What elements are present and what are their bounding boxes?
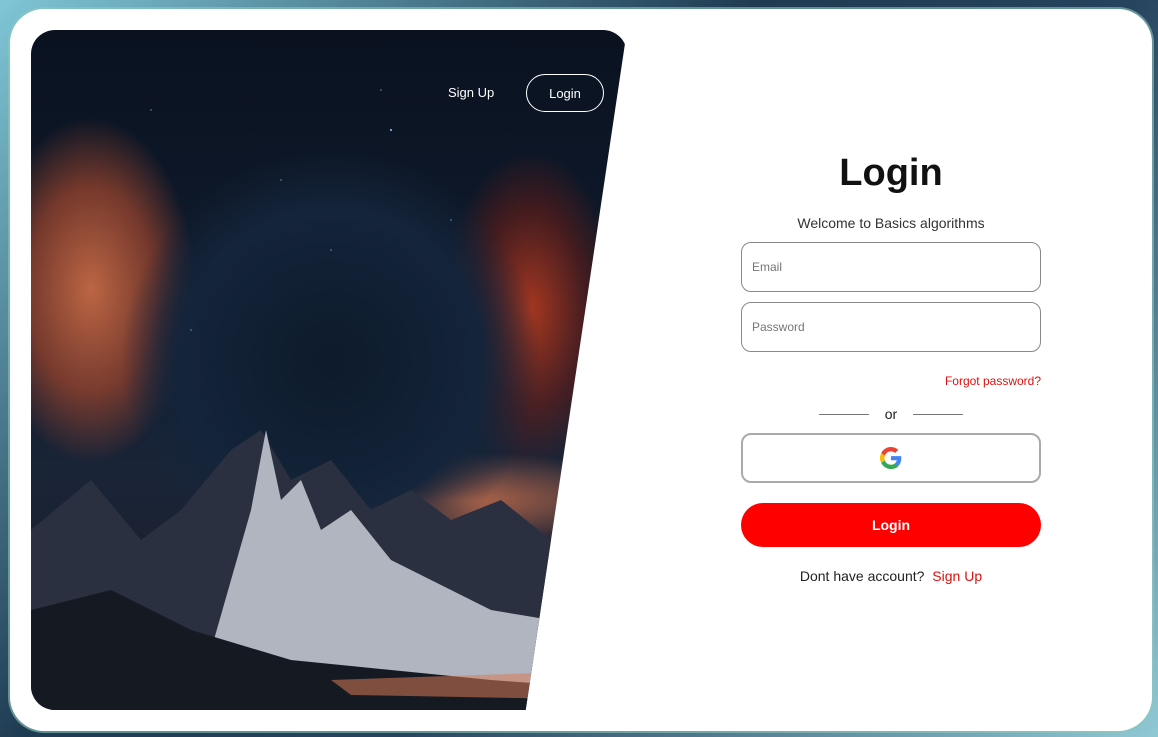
hero-image [31,30,627,710]
no-account-text: Dont have account? [799,568,925,584]
hero-mountains [31,430,627,710]
signup-row: Dont have account? Sign Up [741,568,1041,584]
login-card: Sign Up Login Login Welcome to Basics al… [10,9,1152,731]
or-divider: or [741,404,1041,424]
forgot-password-link[interactable]: Forgot password? [945,374,1041,388]
page-title: Login [839,152,943,194]
app-screen: Sign Up Login Login Welcome to Basics al… [0,0,1158,737]
login-form: Login Welcome to Basics algorithms Forgo… [741,149,1041,584]
login-button[interactable]: Login [741,503,1041,547]
divider-line-right [913,413,964,415]
divider-line-left [818,413,869,415]
welcome-subtitle: Welcome to Basics algorithms [797,215,985,231]
signup-link[interactable]: Sign Up [932,568,982,584]
forgot-row: Forgot password? [741,372,1041,388]
password-field[interactable] [741,302,1041,352]
divider-text: or [884,406,898,422]
google-icon [880,447,902,469]
google-signin-button[interactable] [741,433,1041,483]
hero-login-button[interactable]: Login [526,74,604,112]
hero-signup-link[interactable]: Sign Up [448,85,494,100]
email-field[interactable] [741,242,1041,292]
